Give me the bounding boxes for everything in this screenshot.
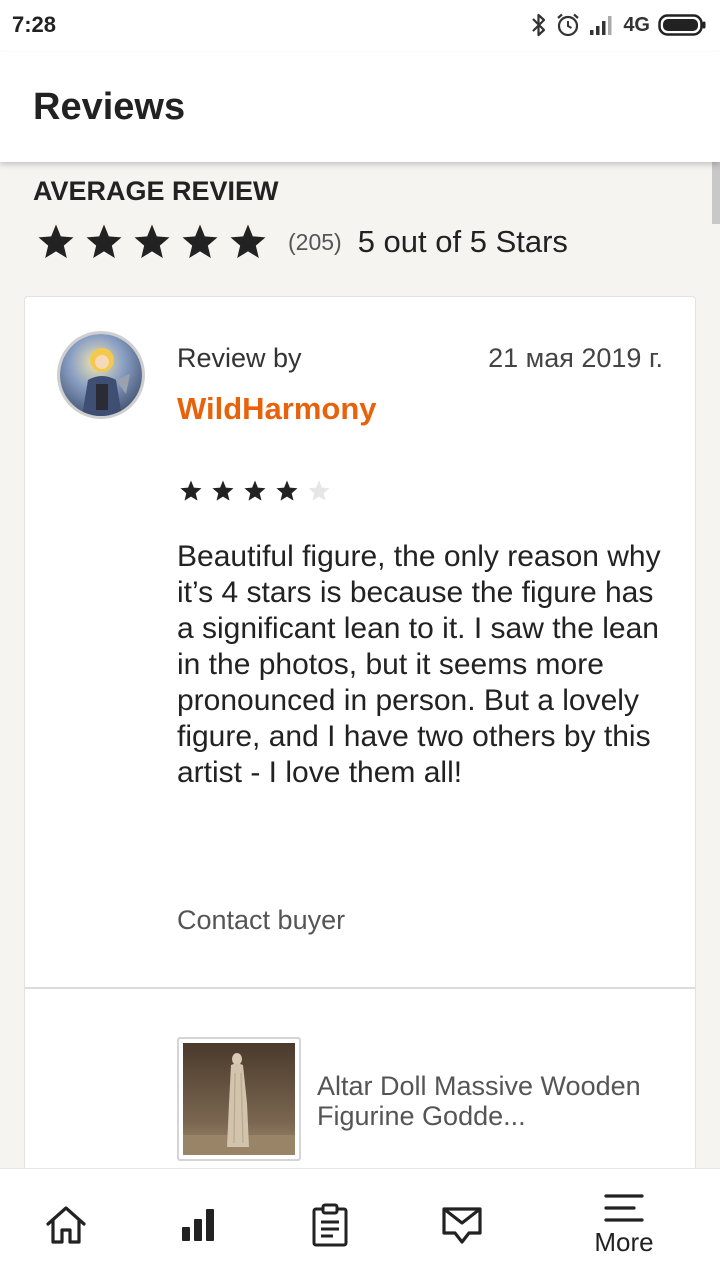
messages-icon: [442, 1207, 482, 1244]
nav-more[interactable]: More: [574, 1169, 674, 1280]
battery-icon: [658, 14, 706, 36]
divider: [25, 987, 695, 989]
stats-icon: [182, 1209, 214, 1241]
star-filled-icon: [244, 480, 266, 501]
nav-more-label: More: [594, 1226, 654, 1257]
review-card: Review by 21 мая 2019 г. WildHarmony Bea…: [24, 296, 696, 1196]
star-filled-icon: [276, 480, 298, 501]
product-thumbnail[interactable]: [177, 1037, 301, 1161]
product-title[interactable]: Altar Doll Massive Wooden Figurine Godde…: [317, 1071, 677, 1131]
review-stars: [179, 479, 331, 503]
average-review-heading: AVERAGE REVIEW: [33, 176, 279, 206]
network-type: 4G: [623, 13, 650, 36]
alarm-icon: [557, 13, 580, 37]
home-icon: [46, 1206, 86, 1244]
star-empty-icon: [308, 480, 330, 501]
nav-orders[interactable]: [290, 1169, 370, 1280]
signal-icon: [590, 16, 612, 35]
star-filled-icon: [38, 224, 74, 258]
orders-icon: [312, 1203, 348, 1247]
status-bar: 7:28 4G: [0, 0, 720, 52]
star-filled-icon: [134, 224, 170, 258]
avatar-image: [60, 334, 142, 416]
status-time: 7:28: [12, 12, 57, 37]
avatar[interactable]: [57, 331, 145, 419]
review-count: (205): [288, 228, 342, 255]
more-menu-icon: [604, 1193, 644, 1222]
review-by-label: Review by: [177, 343, 302, 373]
nav-home[interactable]: [26, 1169, 106, 1280]
star-filled-icon: [86, 224, 122, 258]
bluetooth-icon: [532, 13, 546, 37]
star-filled-icon: [212, 480, 234, 501]
average-rating-text: 5 out of 5 Stars: [357, 224, 568, 259]
star-filled-icon: [180, 480, 202, 501]
app-bar: Reviews: [0, 52, 720, 162]
star-filled-icon: [230, 224, 266, 258]
status-icons: 4G: [531, 10, 706, 40]
average-stars: [36, 222, 268, 262]
review-text: Beautiful figure, the only reason why it…: [177, 540, 661, 789]
reviewer-name[interactable]: WildHarmony: [177, 391, 377, 427]
nav-stats[interactable]: [158, 1169, 238, 1280]
page-title: Reviews: [33, 86, 186, 128]
contact-buyer-link[interactable]: Contact buyer: [177, 905, 345, 936]
scrollbar[interactable]: [712, 162, 720, 224]
nav-messages[interactable]: [422, 1169, 502, 1280]
average-rating-row: (205) 5 out of 5 Stars: [36, 222, 568, 262]
review-date: 21 мая 2019 г.: [488, 343, 663, 373]
bottom-nav: More: [0, 1168, 720, 1280]
star-filled-icon: [182, 224, 218, 258]
product-image: [183, 1043, 295, 1155]
